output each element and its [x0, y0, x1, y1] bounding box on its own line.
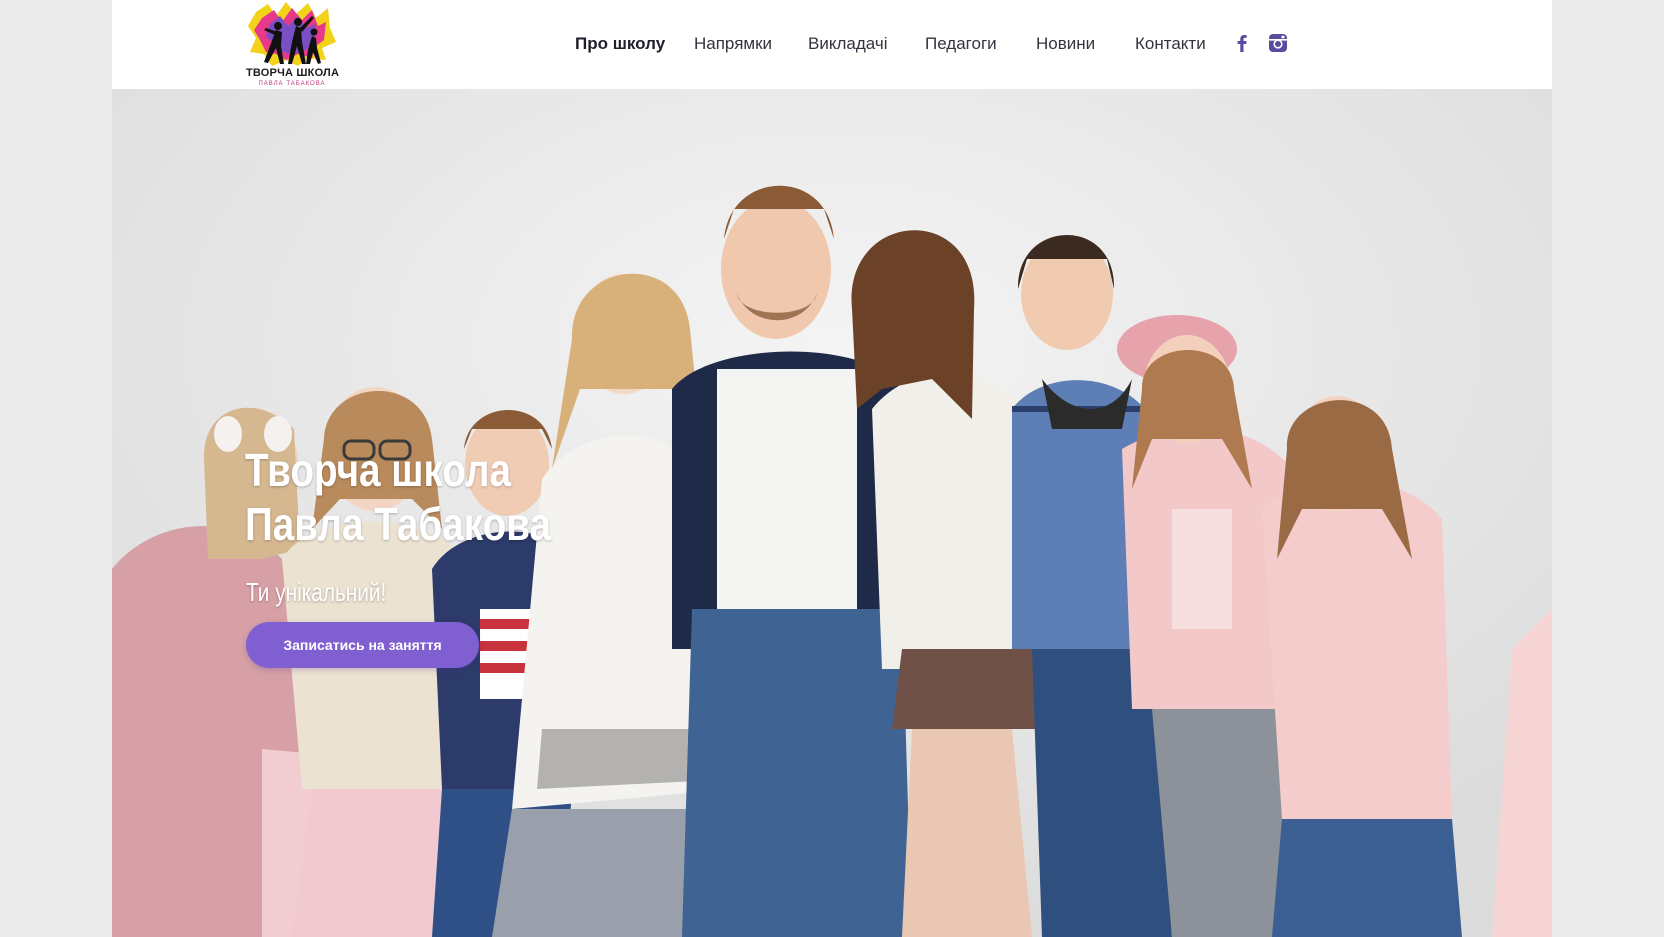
nav-item-about[interactable]: Про школу: [575, 34, 665, 53]
nav-item-teachers[interactable]: Викладачі: [808, 34, 887, 53]
nav-item-contacts[interactable]: Контакти: [1135, 34, 1206, 53]
school-logo[interactable]: ТВОРЧА ШКОЛА ПАВЛА ТАБАКОВА: [246, 2, 340, 88]
site-header: ТВОРЧА ШКОЛА ПАВЛА ТАБАКОВА Про школу На…: [112, 0, 1552, 89]
instagram-icon[interactable]: [1267, 32, 1289, 54]
hero-section: Творча школа Павла Табакова Ти унікальни…: [112, 89, 1552, 937]
signup-button[interactable]: Записатись на заняття: [246, 622, 479, 668]
logo-subtitle: ПАВЛА ТАБАКОВА: [258, 81, 326, 87]
logo-title: ТВОРЧА ШКОЛА: [246, 67, 340, 79]
facebook-icon[interactable]: [1231, 32, 1253, 54]
nav-item-pedagogues[interactable]: Педагоги: [925, 34, 997, 53]
logo-graphic-icon: [248, 2, 336, 66]
main-nav: Про школу Напрямки Викладачі Педагоги Но…: [575, 28, 1207, 60]
nav-item-directions[interactable]: Напрямки: [694, 34, 772, 53]
page: ТВОРЧА ШКОЛА ПАВЛА ТАБАКОВА Про школу На…: [112, 0, 1552, 937]
hero-subtitle: Ти унікальний!: [246, 577, 387, 607]
nav-item-news[interactable]: Новини: [1036, 34, 1095, 53]
hero-title: Творча школа Павла Табакова: [245, 444, 551, 550]
